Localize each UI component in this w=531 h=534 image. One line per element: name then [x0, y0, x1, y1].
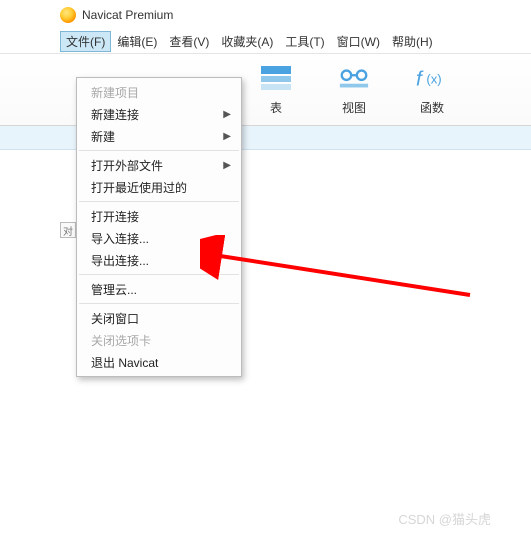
watermark: CSDN @猫头虎 — [398, 509, 491, 528]
dd-manage-cloud[interactable]: 管理云... — [77, 278, 241, 300]
dd-new-project: 新建项目 — [77, 81, 241, 103]
table-icon — [260, 63, 292, 95]
app-icon — [60, 7, 76, 23]
annotation-arrow-icon — [200, 235, 480, 305]
chevron-right-icon: ▶ — [223, 131, 231, 142]
separator — [79, 303, 239, 304]
separator — [79, 201, 239, 202]
menu-favorites[interactable]: 收藏夹(A) — [215, 31, 279, 52]
toolbar-function-button[interactable]: f(x) 函数 — [406, 63, 458, 116]
toolbar-view-button[interactable]: 视图 — [328, 63, 380, 116]
toolbar-table-button[interactable]: 表 — [250, 63, 302, 116]
menu-file[interactable]: 文件(F) — [60, 31, 111, 52]
dd-export-connection[interactable]: 导出连接... — [77, 249, 241, 271]
toolbar-function-label: 函数 — [420, 99, 444, 116]
svg-text:(x): (x) — [426, 72, 441, 87]
function-icon: f(x) — [416, 63, 448, 95]
dd-open-recent[interactable]: 打开最近使用过的 — [77, 176, 241, 198]
menu-window[interactable]: 窗口(W) — [331, 31, 386, 52]
dd-close-window[interactable]: 关闭窗口 — [77, 307, 241, 329]
chevron-right-icon: ▶ — [223, 160, 231, 171]
dd-new-connection[interactable]: 新建连接▶ — [77, 103, 241, 125]
toolbar-view-label: 视图 — [342, 99, 366, 116]
dd-exit[interactable]: 退出 Navicat — [77, 351, 241, 373]
menu-bar: 文件(F) 编辑(E) 查看(V) 收藏夹(A) 工具(T) 窗口(W) 帮助(… — [0, 30, 531, 54]
view-icon — [338, 63, 370, 95]
title-bar: Navicat Premium — [0, 0, 531, 30]
dd-open-external[interactable]: 打开外部文件▶ — [77, 154, 241, 176]
toolbar-table-label: 表 — [270, 99, 282, 116]
chevron-right-icon: ▶ — [223, 109, 231, 120]
menu-tools[interactable]: 工具(T) — [279, 31, 330, 52]
menu-view[interactable]: 查看(V) — [163, 31, 215, 52]
menu-edit[interactable]: 编辑(E) — [111, 31, 163, 52]
dd-new[interactable]: 新建▶ — [77, 125, 241, 147]
svg-text:f: f — [416, 68, 424, 91]
file-dropdown: 新建项目 新建连接▶ 新建▶ 打开外部文件▶ 打开最近使用过的 打开连接 导入连… — [76, 77, 242, 377]
app-title: Navicat Premium — [82, 8, 173, 22]
menu-help[interactable]: 帮助(H) — [386, 31, 439, 52]
dd-close-tab: 关闭选项卡 — [77, 329, 241, 351]
separator — [79, 150, 239, 151]
dd-open-connection[interactable]: 打开连接 — [77, 205, 241, 227]
separator — [79, 274, 239, 275]
side-collapsed-tab[interactable]: 对 — [60, 222, 76, 238]
dd-import-connection[interactable]: 导入连接... — [77, 227, 241, 249]
